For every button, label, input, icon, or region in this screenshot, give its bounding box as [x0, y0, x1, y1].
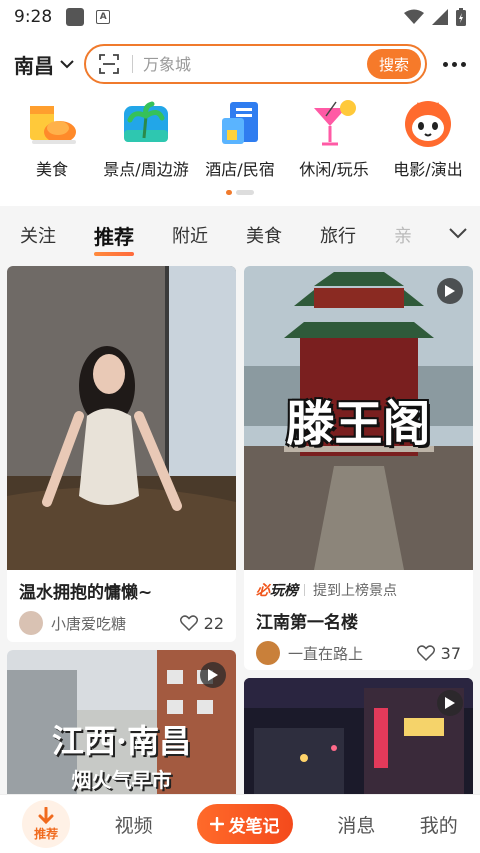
top-header: 南昌 搜索: [0, 34, 480, 94]
status-bar: 9:28 A: [0, 0, 480, 34]
card-overlay-title: 江西·南昌: [51, 722, 192, 760]
search-button[interactable]: 搜索: [366, 49, 421, 79]
nav-recommend[interactable]: 推荐: [22, 800, 71, 848]
heart-icon: [416, 645, 435, 661]
card-overlay-subtitle: 烟火气早市: [71, 768, 172, 792]
category-food[interactable]: 美食: [6, 94, 98, 180]
tab-following[interactable]: 关注: [20, 222, 56, 248]
category-label: 酒店/民宿: [205, 160, 275, 179]
like-button[interactable]: 22: [179, 613, 224, 633]
category-label: 景点/周边游: [103, 160, 189, 179]
scenic-icon: [124, 101, 168, 142]
card-title: 温水拥抱的慵懒~: [19, 583, 153, 603]
like-button[interactable]: 37: [416, 643, 461, 663]
post-note-label: 发笔记: [228, 816, 280, 837]
tab-recommended[interactable]: 推荐: [94, 221, 134, 256]
category-scenic[interactable]: 景点/周边游: [100, 94, 192, 180]
arrow-down-icon: [38, 806, 54, 824]
leisure-icon: [314, 100, 356, 146]
nav-recommend-label: 推荐: [34, 826, 59, 841]
battery-icon: [456, 8, 466, 26]
category-grid: 美食 景点/周边游 酒店/民宿 休闲/玩乐 电影/演出: [0, 94, 480, 206]
chevron-down-icon: [60, 60, 74, 69]
category-movie[interactable]: 电影/演出: [382, 94, 474, 180]
category-label: 美食: [35, 160, 68, 179]
bottom-navigation: 推荐 视频 发笔记 消息 我的: [0, 794, 480, 853]
search-divider: [132, 55, 133, 73]
nav-video[interactable]: 视频: [115, 811, 153, 838]
tab-nearby[interactable]: 附近: [172, 222, 208, 248]
category-hotel[interactable]: 酒店/民宿: [194, 94, 286, 180]
like-count: 22: [203, 613, 224, 633]
feed-tabs: 关注 推荐 附近 美食 旅行 亲: [0, 206, 480, 264]
notification-icon: [66, 8, 85, 26]
like-count: 37: [440, 643, 461, 663]
tab-family[interactable]: 亲: [394, 222, 416, 248]
card-author[interactable]: 小唐爱吃糖: [51, 613, 126, 634]
movie-icon: [405, 101, 451, 147]
card-overlay-text: 滕王阁: [286, 396, 431, 452]
scan-icon[interactable]: [98, 53, 120, 75]
feed-card[interactable]: 江西·南昌 烟火气早市: [7, 650, 236, 794]
card-meta: 一直在路上 37: [244, 633, 473, 670]
city-selector[interactable]: 南昌: [14, 50, 74, 79]
card-image: [7, 266, 236, 570]
play-icon: [200, 662, 226, 688]
food-icon: [30, 106, 76, 144]
city-name: 南昌: [14, 53, 54, 78]
hotel-icon: [222, 102, 258, 144]
chevron-down-icon[interactable]: [448, 226, 468, 240]
heart-icon: [179, 615, 198, 631]
wifi-icon: [404, 9, 424, 24]
rank-badge[interactable]: 必玩榜 提到上榜景点: [244, 570, 473, 600]
feed-card[interactable]: 温水拥抱的慵懒~ 小唐爱吃糖 22: [7, 266, 236, 642]
category-label: 休闲/玩乐: [299, 160, 369, 179]
play-icon: [437, 690, 463, 716]
nav-messages[interactable]: 消息: [337, 811, 375, 838]
card-image: 江西·南昌 烟火气早市: [7, 650, 236, 794]
more-options-icon[interactable]: [443, 61, 466, 67]
category-leisure[interactable]: 休闲/玩乐: [288, 94, 380, 180]
category-page-indicator: [226, 190, 254, 195]
plus-icon: [210, 817, 225, 831]
feed-card[interactable]: [244, 678, 473, 794]
status-time: 9:28: [14, 7, 53, 27]
play-icon: [437, 278, 463, 304]
nav-me[interactable]: 我的: [420, 811, 458, 838]
tab-travel[interactable]: 旅行: [320, 222, 356, 248]
card-image: 滕王阁: [244, 266, 473, 570]
card-meta: 小唐爱吃糖 22: [7, 603, 236, 642]
card-author[interactable]: 一直在路上: [288, 643, 363, 664]
feed-card[interactable]: 滕王阁 必玩榜 提到上榜景点 江南第一名楼 一直在路上 37: [244, 266, 473, 670]
app-notification-icon: A: [96, 10, 111, 24]
avatar[interactable]: [256, 641, 280, 665]
rank-logo: 必玩榜: [256, 583, 298, 599]
post-note-button[interactable]: 发笔记: [196, 804, 293, 844]
card-title: 江南第一名楼: [256, 613, 358, 633]
avatar[interactable]: [19, 611, 43, 635]
category-label: 电影/演出: [393, 160, 463, 179]
card-image: [244, 678, 473, 794]
search-bar[interactable]: 搜索: [84, 44, 427, 84]
content-feed: 温水拥抱的慵懒~ 小唐爱吃糖 22 滕王阁 必玩榜 提到上榜景点 江南第一名楼 …: [0, 264, 480, 794]
signal-icon: [432, 9, 448, 25]
tab-food[interactable]: 美食: [246, 222, 282, 248]
search-input[interactable]: [143, 54, 367, 74]
rank-text: 提到上榜景点: [313, 583, 397, 599]
